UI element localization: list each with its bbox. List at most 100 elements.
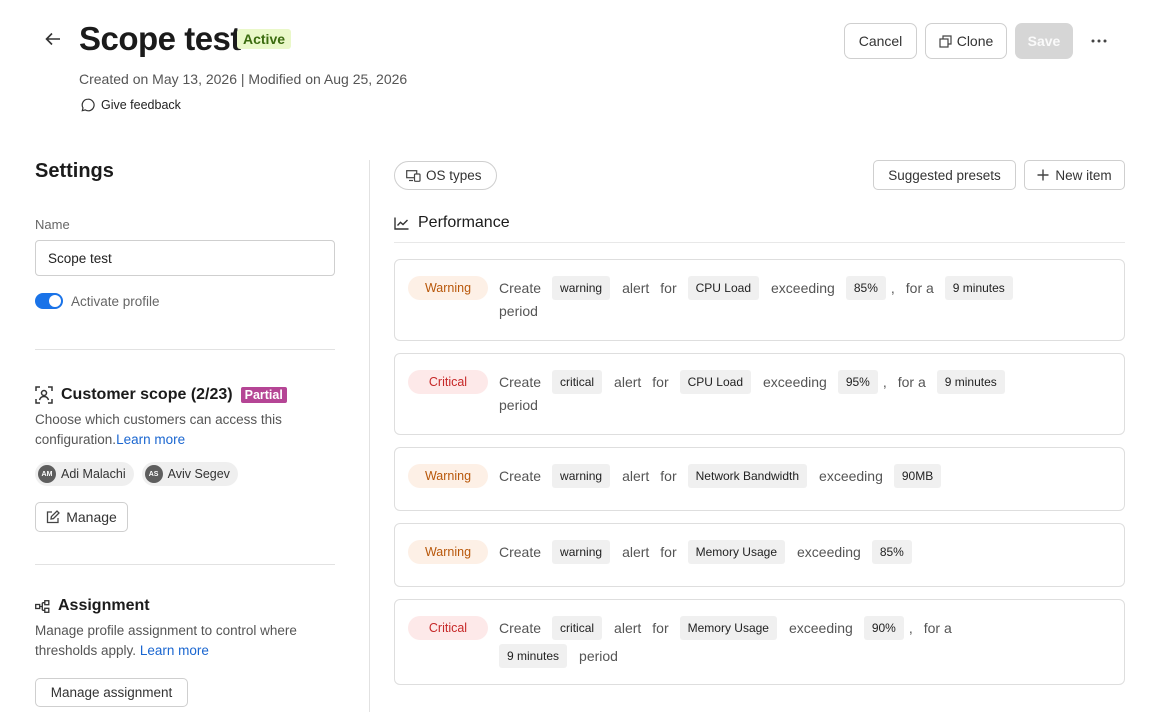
rule-word: for [660,468,677,484]
metric-token[interactable]: Network Bandwidth [687,464,808,488]
rule-word: alert [614,620,642,636]
rule-word: alert [622,280,650,296]
threshold-token[interactable]: 85% [845,276,886,300]
rule-word: for [652,374,669,390]
save-button[interactable]: Save [1015,23,1073,59]
manage-assignment-button[interactable]: Manage assignment [35,678,188,707]
rule-line: Create critical alert for CPU Load excee… [499,370,1017,394]
rule-line: period [499,397,549,413]
assignment-learn-more-link[interactable]: Learn more [140,643,209,658]
feedback-label: Give feedback [101,98,181,112]
manage-label: Manage [66,509,117,525]
partial-badge: Partial [240,387,287,403]
status-badge: Active [237,29,292,49]
edit-icon [47,510,61,524]
rule-word: alert [614,374,642,390]
performance-header: Performance [394,214,510,232]
rule-word: , [908,620,913,636]
threshold-token[interactable]: 90MB [893,464,942,488]
assignment-header: Assignment [35,597,150,615]
duration-token[interactable]: 9 minutes [944,276,1013,300]
avatar: AM [38,465,56,483]
scope-learn-more-link[interactable]: Learn more [116,432,185,447]
severity-badge: Warning [408,464,488,488]
metric-token[interactable]: Memory Usage [687,540,785,564]
customer-chip[interactable]: AM Adi Malachi [35,462,134,486]
os-types-button[interactable]: OS types [394,161,497,190]
customer-scope-title: Customer scope (2/23) [61,386,233,403]
rule-line: 9 minutes period [499,644,629,668]
panel-divider [369,160,370,712]
threshold-card[interactable]: Critical Create critical alert for CPU L… [394,353,1125,435]
new-item-button[interactable]: New item [1024,160,1125,190]
rule-line: Create warning alert for Network Bandwid… [499,464,953,488]
divider [35,349,335,350]
give-feedback-link[interactable]: Give feedback [81,98,181,112]
threshold-card[interactable]: Warning Create warning alert for Memory … [394,523,1125,587]
rule-word: exceeding [819,468,883,484]
customer-chip[interactable]: AS Aviv Segev [141,462,238,486]
rule-line: Create warning alert for CPU Load exceed… [499,276,1025,300]
arrow-left-icon [45,32,60,46]
name-input[interactable] [35,240,335,276]
manage-scope-button[interactable]: Manage [35,502,128,532]
metric-token[interactable]: Memory Usage [679,616,777,640]
rule-word: for [660,544,677,560]
rule-word: exceeding [788,620,853,636]
rule-word: period [499,303,538,319]
threshold-card[interactable]: Warning Create warning alert for CPU Loa… [394,259,1125,341]
speech-bubble-icon [81,98,95,112]
threshold-card[interactable]: Critical Create critical alert for Memor… [394,599,1125,685]
customer-chips: AM Adi Malachi AS Aviv Segev [35,462,238,486]
performance-divider [394,242,1125,243]
threshold-token[interactable]: 85% [871,540,912,564]
metric-token[interactable]: CPU Load [687,276,760,300]
rule-word: for a [923,620,952,636]
divider [35,564,335,565]
rule-word: Create [499,468,542,484]
rule-word: alert [622,468,650,484]
duration-token[interactable]: 9 minutes [499,644,568,668]
level-token[interactable]: critical [552,616,603,640]
name-label: Name [35,217,70,232]
rule-line: Create critical alert for Memory Usage e… [499,616,963,640]
rule-line: Create warning alert for Memory Usage ex… [499,540,924,564]
severity-badge: Warning [408,540,488,564]
more-options-button[interactable] [1087,30,1111,52]
rule-word: for [652,620,669,636]
customer-name: Aviv Segev [167,467,230,481]
new-item-label: New item [1055,167,1112,183]
scan-user-icon [35,386,53,404]
duration-token[interactable]: 9 minutes [936,370,1005,394]
rule-word: exceeding [771,280,835,296]
rule-word: Create [499,544,542,560]
rule-word: exceeding [763,374,827,390]
customer-name: Adi Malachi [61,467,126,481]
threshold-card[interactable]: Warning Create warning alert for Network… [394,447,1125,511]
severity-badge: Warning [408,276,488,300]
rule-word: Create [499,280,542,296]
level-token[interactable]: critical [552,370,603,394]
clone-button[interactable]: Clone [925,23,1007,59]
copy-icon [939,34,952,48]
rule-word: alert [622,544,650,560]
rule-word: period [499,397,538,413]
threshold-token[interactable]: 90% [863,616,904,640]
cancel-button[interactable]: Cancel [844,23,917,59]
clone-label: Clone [956,33,994,49]
rule-word: for a [897,374,926,390]
metric-token[interactable]: CPU Load [679,370,751,394]
rule-word: for a [905,280,934,296]
threshold-token[interactable]: 95% [837,370,878,394]
page-title: Scope test [79,20,241,57]
performance-title: Performance [418,214,510,231]
os-types-label: OS types [426,168,482,183]
level-token[interactable]: warning [552,464,611,488]
rule-word: exceeding [797,544,861,560]
back-button[interactable] [42,28,64,50]
level-token[interactable]: warning [552,540,611,564]
suggested-presets-button[interactable]: Suggested presets [873,160,1016,190]
activate-profile-toggle[interactable] [35,293,63,309]
level-token[interactable]: warning [552,276,611,300]
devices-icon [406,169,421,182]
